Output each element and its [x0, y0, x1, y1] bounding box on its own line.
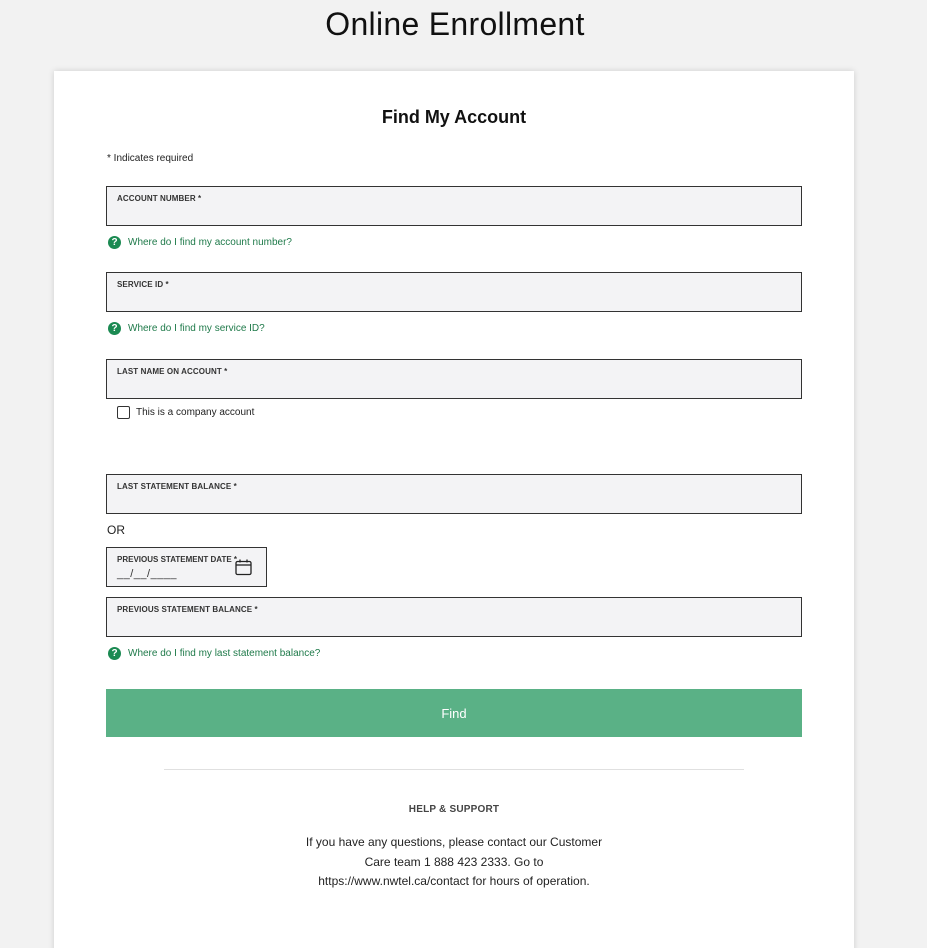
find-account-card: Find My Account * Indicates required ACC…	[54, 71, 854, 948]
support-text: If you have any questions, please contac…	[305, 835, 603, 888]
help-link-statement-balance[interactable]: ? Where do I find my last statement bala…	[108, 647, 320, 660]
previous-statement-balance-label: PREVIOUS STATEMENT BALANCE *	[117, 605, 258, 614]
previous-statement-balance-input[interactable]	[117, 616, 787, 634]
required-note: * Indicates required	[107, 153, 194, 164]
company-account-checkbox[interactable]	[117, 406, 130, 419]
find-button[interactable]: Find	[106, 689, 802, 737]
last-name-field[interactable]: LAST NAME ON ACCOUNT *	[106, 359, 802, 399]
card-title: Find My Account	[381, 107, 527, 127]
previous-statement-date-label: PREVIOUS STATEMENT DATE *	[117, 555, 238, 564]
service-id-input[interactable]	[117, 291, 787, 309]
question-circle-icon: ?	[108, 322, 121, 335]
question-circle-icon: ?	[108, 647, 121, 660]
account-number-label: ACCOUNT NUMBER *	[117, 194, 202, 203]
service-id-field[interactable]: SERVICE ID *	[106, 272, 802, 312]
service-id-label: SERVICE ID *	[117, 280, 169, 289]
help-link-service-id[interactable]: ? Where do I find my service ID?	[108, 322, 265, 335]
or-separator: OR	[107, 523, 125, 537]
previous-statement-date-placeholder[interactable]: __/__/____	[117, 568, 177, 580]
account-number-field[interactable]: ACCOUNT NUMBER *	[106, 186, 802, 226]
last-statement-balance-input[interactable]	[117, 493, 787, 511]
help-link-statement-balance-text: Where do I find my last statement balanc…	[128, 648, 321, 659]
company-account-label: This is a company account	[136, 407, 255, 418]
support-title: HELP & SUPPORT	[408, 804, 500, 815]
account-number-input[interactable]	[117, 205, 787, 223]
help-link-account-number[interactable]: ? Where do I find my account number?	[108, 236, 292, 249]
question-circle-icon: ?	[108, 236, 121, 249]
help-link-service-id-text: Where do I find my service ID?	[128, 323, 265, 334]
last-name-input[interactable]	[117, 378, 787, 396]
divider	[164, 769, 744, 770]
last-name-label: LAST NAME ON ACCOUNT *	[117, 367, 228, 376]
page-title: Online Enrollment	[325, 6, 585, 42]
calendar-icon[interactable]	[235, 559, 252, 576]
previous-statement-date-field[interactable]: PREVIOUS STATEMENT DATE * __/__/____	[106, 547, 267, 587]
last-statement-balance-field[interactable]: LAST STATEMENT BALANCE *	[106, 474, 802, 514]
company-account-checkbox-row[interactable]: This is a company account	[117, 406, 254, 419]
help-link-account-number-text: Where do I find my account number?	[128, 237, 292, 248]
last-statement-balance-label: LAST STATEMENT BALANCE *	[117, 482, 237, 491]
previous-statement-balance-field[interactable]: PREVIOUS STATEMENT BALANCE *	[106, 597, 802, 637]
